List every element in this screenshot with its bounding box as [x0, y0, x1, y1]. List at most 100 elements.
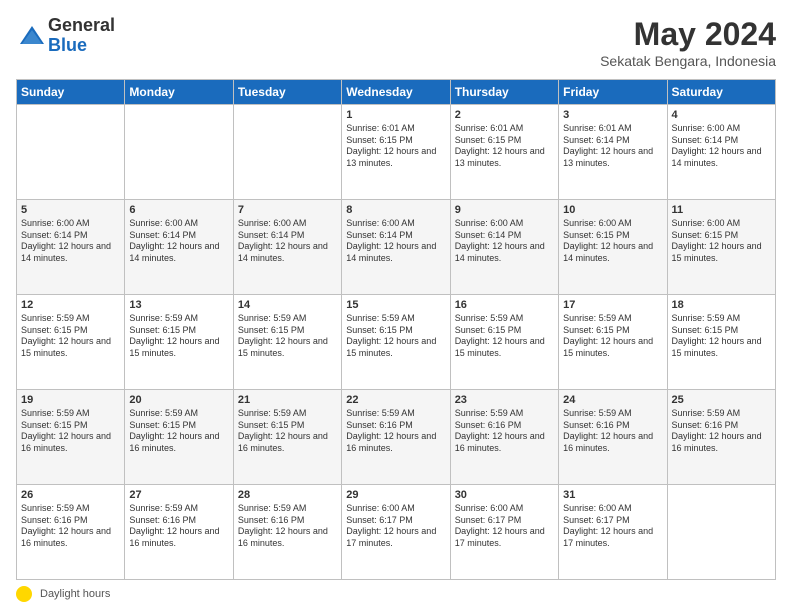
cell-info: Sunrise: 6:00 AMSunset: 6:15 PMDaylight:…: [672, 218, 771, 265]
location: Sekatak Bengara, Indonesia: [600, 53, 776, 69]
cell-info: Sunrise: 6:01 AMSunset: 6:14 PMDaylight:…: [563, 123, 662, 170]
day-number: 2: [455, 109, 554, 121]
footer: Daylight hours: [16, 586, 776, 602]
week-row-1: 5 Sunrise: 6:00 AMSunset: 6:14 PMDayligh…: [17, 200, 776, 295]
calendar-cell: 19 Sunrise: 5:59 AMSunset: 6:15 PMDaylig…: [17, 390, 125, 485]
calendar-cell: [667, 485, 775, 580]
day-number: 29: [346, 489, 445, 501]
cell-info: Sunrise: 6:01 AMSunset: 6:15 PMDaylight:…: [455, 123, 554, 170]
calendar-cell: 29 Sunrise: 6:00 AMSunset: 6:17 PMDaylig…: [342, 485, 450, 580]
day-number: 5: [21, 204, 120, 216]
header-row: Sunday Monday Tuesday Wednesday Thursday…: [17, 80, 776, 105]
cell-info: Sunrise: 6:00 AMSunset: 6:14 PMDaylight:…: [238, 218, 337, 265]
day-number: 24: [563, 394, 662, 406]
col-saturday: Saturday: [667, 80, 775, 105]
calendar-cell: 14 Sunrise: 5:59 AMSunset: 6:15 PMDaylig…: [233, 295, 341, 390]
col-sunday: Sunday: [17, 80, 125, 105]
day-number: 28: [238, 489, 337, 501]
day-number: 31: [563, 489, 662, 501]
day-number: 7: [238, 204, 337, 216]
cell-info: Sunrise: 5:59 AMSunset: 6:15 PMDaylight:…: [455, 313, 554, 360]
cell-info: Sunrise: 6:00 AMSunset: 6:14 PMDaylight:…: [21, 218, 120, 265]
day-number: 21: [238, 394, 337, 406]
calendar-cell: 2 Sunrise: 6:01 AMSunset: 6:15 PMDayligh…: [450, 105, 558, 200]
month-year: May 2024: [600, 16, 776, 53]
cell-info: Sunrise: 6:00 AMSunset: 6:15 PMDaylight:…: [563, 218, 662, 265]
calendar-cell: [233, 105, 341, 200]
week-row-3: 19 Sunrise: 5:59 AMSunset: 6:15 PMDaylig…: [17, 390, 776, 485]
calendar-cell: 6 Sunrise: 6:00 AMSunset: 6:14 PMDayligh…: [125, 200, 233, 295]
day-number: 13: [129, 299, 228, 311]
logo: General Blue: [16, 16, 115, 56]
calendar-cell: 13 Sunrise: 5:59 AMSunset: 6:15 PMDaylig…: [125, 295, 233, 390]
calendar-cell: 31 Sunrise: 6:00 AMSunset: 6:17 PMDaylig…: [559, 485, 667, 580]
calendar-cell: 25 Sunrise: 5:59 AMSunset: 6:16 PMDaylig…: [667, 390, 775, 485]
day-number: 9: [455, 204, 554, 216]
calendar-cell: 20 Sunrise: 5:59 AMSunset: 6:15 PMDaylig…: [125, 390, 233, 485]
week-row-4: 26 Sunrise: 5:59 AMSunset: 6:16 PMDaylig…: [17, 485, 776, 580]
day-number: 4: [672, 109, 771, 121]
col-tuesday: Tuesday: [233, 80, 341, 105]
calendar-header: Sunday Monday Tuesday Wednesday Thursday…: [17, 80, 776, 105]
calendar-cell: 27 Sunrise: 5:59 AMSunset: 6:16 PMDaylig…: [125, 485, 233, 580]
calendar-cell: 28 Sunrise: 5:59 AMSunset: 6:16 PMDaylig…: [233, 485, 341, 580]
day-number: 25: [672, 394, 771, 406]
day-number: 3: [563, 109, 662, 121]
calendar-cell: 21 Sunrise: 5:59 AMSunset: 6:15 PMDaylig…: [233, 390, 341, 485]
logo-icon: [18, 22, 46, 50]
title-area: May 2024 Sekatak Bengara, Indonesia: [600, 16, 776, 69]
footer-text: Daylight hours: [40, 588, 110, 600]
day-number: 14: [238, 299, 337, 311]
calendar-cell: [125, 105, 233, 200]
day-number: 27: [129, 489, 228, 501]
day-number: 8: [346, 204, 445, 216]
cell-info: Sunrise: 5:59 AMSunset: 6:15 PMDaylight:…: [129, 313, 228, 360]
cell-info: Sunrise: 6:00 AMSunset: 6:17 PMDaylight:…: [563, 503, 662, 550]
calendar-cell: 26 Sunrise: 5:59 AMSunset: 6:16 PMDaylig…: [17, 485, 125, 580]
cell-info: Sunrise: 5:59 AMSunset: 6:15 PMDaylight:…: [129, 408, 228, 455]
day-number: 23: [455, 394, 554, 406]
day-number: 26: [21, 489, 120, 501]
cell-info: Sunrise: 5:59 AMSunset: 6:15 PMDaylight:…: [238, 313, 337, 360]
calendar-cell: 4 Sunrise: 6:00 AMSunset: 6:14 PMDayligh…: [667, 105, 775, 200]
cell-info: Sunrise: 6:01 AMSunset: 6:15 PMDaylight:…: [346, 123, 445, 170]
logo-text: General Blue: [48, 16, 115, 56]
week-row-2: 12 Sunrise: 5:59 AMSunset: 6:15 PMDaylig…: [17, 295, 776, 390]
calendar-body: 1 Sunrise: 6:01 AMSunset: 6:15 PMDayligh…: [17, 105, 776, 580]
day-number: 19: [21, 394, 120, 406]
day-number: 18: [672, 299, 771, 311]
calendar-cell: 3 Sunrise: 6:01 AMSunset: 6:14 PMDayligh…: [559, 105, 667, 200]
day-number: 10: [563, 204, 662, 216]
calendar-cell: 24 Sunrise: 5:59 AMSunset: 6:16 PMDaylig…: [559, 390, 667, 485]
col-wednesday: Wednesday: [342, 80, 450, 105]
calendar-cell: [17, 105, 125, 200]
day-number: 12: [21, 299, 120, 311]
col-thursday: Thursday: [450, 80, 558, 105]
calendar-cell: 23 Sunrise: 5:59 AMSunset: 6:16 PMDaylig…: [450, 390, 558, 485]
cell-info: Sunrise: 5:59 AMSunset: 6:16 PMDaylight:…: [455, 408, 554, 455]
col-friday: Friday: [559, 80, 667, 105]
cell-info: Sunrise: 6:00 AMSunset: 6:17 PMDaylight:…: [346, 503, 445, 550]
day-number: 15: [346, 299, 445, 311]
cell-info: Sunrise: 5:59 AMSunset: 6:15 PMDaylight:…: [563, 313, 662, 360]
calendar-cell: 18 Sunrise: 5:59 AMSunset: 6:15 PMDaylig…: [667, 295, 775, 390]
daylight-icon: [16, 586, 32, 602]
calendar-cell: 22 Sunrise: 5:59 AMSunset: 6:16 PMDaylig…: [342, 390, 450, 485]
cell-info: Sunrise: 5:59 AMSunset: 6:16 PMDaylight:…: [129, 503, 228, 550]
cell-info: Sunrise: 5:59 AMSunset: 6:16 PMDaylight:…: [672, 408, 771, 455]
calendar-cell: 16 Sunrise: 5:59 AMSunset: 6:15 PMDaylig…: [450, 295, 558, 390]
day-number: 6: [129, 204, 228, 216]
cell-info: Sunrise: 6:00 AMSunset: 6:14 PMDaylight:…: [129, 218, 228, 265]
calendar-cell: 5 Sunrise: 6:00 AMSunset: 6:14 PMDayligh…: [17, 200, 125, 295]
cell-info: Sunrise: 6:00 AMSunset: 6:14 PMDaylight:…: [346, 218, 445, 265]
page: General Blue May 2024 Sekatak Bengara, I…: [0, 0, 792, 612]
day-number: 17: [563, 299, 662, 311]
cell-info: Sunrise: 5:59 AMSunset: 6:15 PMDaylight:…: [346, 313, 445, 360]
cell-info: Sunrise: 6:00 AMSunset: 6:14 PMDaylight:…: [672, 123, 771, 170]
logo-blue-text: Blue: [48, 36, 115, 56]
calendar-cell: 8 Sunrise: 6:00 AMSunset: 6:14 PMDayligh…: [342, 200, 450, 295]
cell-info: Sunrise: 6:00 AMSunset: 6:14 PMDaylight:…: [455, 218, 554, 265]
calendar-cell: 17 Sunrise: 5:59 AMSunset: 6:15 PMDaylig…: [559, 295, 667, 390]
calendar: Sunday Monday Tuesday Wednesday Thursday…: [16, 79, 776, 580]
day-number: 1: [346, 109, 445, 121]
